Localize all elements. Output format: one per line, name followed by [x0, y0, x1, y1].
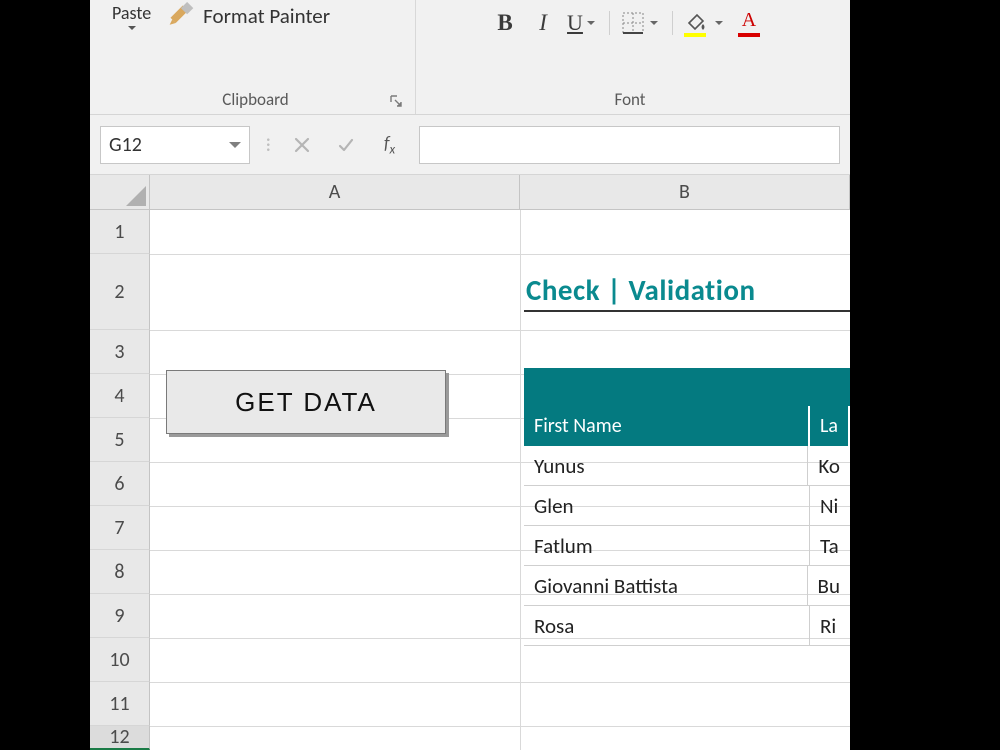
formula-input[interactable]: [419, 126, 840, 164]
separator: ···: [264, 137, 273, 152]
name-box[interactable]: G12: [100, 126, 250, 164]
paint-bucket-icon: [683, 9, 711, 37]
paste-label: Paste: [112, 2, 151, 24]
column-header-first-name[interactable]: First Name: [524, 406, 810, 446]
sheet-title: Check | Validation: [526, 272, 756, 308]
ribbon: Paste Format Painter Clipboard: [90, 0, 850, 115]
format-painter-icon: [167, 2, 195, 30]
italic-button[interactable]: I: [529, 9, 557, 37]
row-header[interactable]: 9: [90, 594, 150, 638]
ribbon-group-font: B I U: [416, 0, 844, 114]
column-header[interactable]: A: [150, 175, 520, 210]
format-painter-label: Format Painter: [203, 3, 330, 29]
underline-button[interactable]: U: [567, 9, 599, 37]
ribbon-group-label: Font: [614, 89, 645, 110]
row-header[interactable]: 2: [90, 254, 150, 330]
underline-label: U: [567, 10, 583, 36]
chevron-down-icon[interactable]: [128, 26, 136, 34]
worksheet: 1 2 3 4 5 6 7 8 9 10 11 12 A B: [90, 175, 850, 750]
get-data-button[interactable]: GET DATA: [166, 370, 446, 434]
row-header[interactable]: 11: [90, 682, 150, 726]
ribbon-group-clipboard: Paste Format Painter Clipboard: [96, 0, 416, 114]
insert-function-button[interactable]: fx: [375, 130, 405, 160]
enter-button[interactable]: [331, 130, 361, 160]
font-color-icon: A: [737, 9, 765, 37]
cell-last-name: Ta: [810, 526, 850, 565]
column-header[interactable]: B: [520, 175, 850, 210]
table-title-bar: [524, 368, 850, 406]
chevron-down-icon[interactable]: [715, 21, 723, 29]
paste-button[interactable]: Paste: [106, 2, 157, 34]
row-header[interactable]: 3: [90, 330, 150, 374]
cell-last-name: Ni: [810, 486, 850, 525]
formula-bar: G12 ··· fx: [90, 115, 850, 175]
cell-last-name: Ri: [810, 606, 850, 645]
table-header-row: First Name La: [524, 406, 850, 446]
cells-area[interactable]: Check | Validation GET DATA First Name L…: [150, 210, 850, 750]
data-table: First Name La Yunus Ko Glen Ni Fatlum: [524, 368, 850, 646]
row-headers: 1 2 3 4 5 6 7 8 9 10 11 12: [90, 210, 150, 750]
cell-first-name: Fatlum: [524, 526, 810, 565]
bold-button[interactable]: B: [491, 9, 519, 37]
column-headers: A B: [150, 175, 850, 210]
chevron-down-icon[interactable]: [650, 21, 658, 29]
row-header[interactable]: 6: [90, 462, 150, 506]
row-header[interactable]: 5: [90, 418, 150, 462]
separator: [672, 11, 673, 35]
cell-last-name: Ko: [808, 446, 850, 485]
cell-first-name: Giovanni Battista: [524, 566, 808, 605]
cancel-button[interactable]: [287, 130, 317, 160]
table-row[interactable]: Yunus Ko: [524, 446, 850, 486]
row-header[interactable]: 1: [90, 210, 150, 254]
fill-color-button[interactable]: [683, 9, 727, 37]
row-header[interactable]: 10: [90, 638, 150, 682]
table-row[interactable]: Fatlum Ta: [524, 526, 850, 566]
excel-window: Paste Format Painter Clipboard: [90, 0, 850, 750]
row-header[interactable]: 8: [90, 550, 150, 594]
letterbox-left: [0, 0, 90, 750]
cell-first-name: Glen: [524, 486, 810, 525]
table-row[interactable]: Giovanni Battista Bu: [524, 566, 850, 606]
select-all-corner[interactable]: [90, 175, 150, 210]
letterbox-right: [850, 0, 1000, 750]
dialog-launcher-icon[interactable]: [387, 92, 405, 110]
fx-label: fx: [384, 132, 395, 158]
row-header[interactable]: 12: [90, 726, 150, 750]
column-header-last-name[interactable]: La: [810, 406, 850, 446]
chevron-down-icon[interactable]: [229, 142, 241, 154]
cell-last-name: Bu: [808, 566, 850, 605]
title-underline: [524, 310, 850, 312]
borders-button[interactable]: [620, 9, 662, 37]
table-row[interactable]: Rosa Ri: [524, 606, 850, 646]
cell-first-name: Yunus: [524, 446, 808, 485]
row-header[interactable]: 7: [90, 506, 150, 550]
cell-first-name: Rosa: [524, 606, 810, 645]
row-header[interactable]: 4: [90, 374, 150, 418]
chevron-down-icon[interactable]: [587, 21, 595, 29]
format-painter-button[interactable]: Format Painter: [167, 2, 330, 30]
name-box-value: G12: [109, 133, 142, 157]
ribbon-group-label: Clipboard: [222, 89, 288, 110]
font-color-button[interactable]: A: [737, 9, 769, 37]
table-row[interactable]: Glen Ni: [524, 486, 850, 526]
separator: [609, 11, 610, 35]
